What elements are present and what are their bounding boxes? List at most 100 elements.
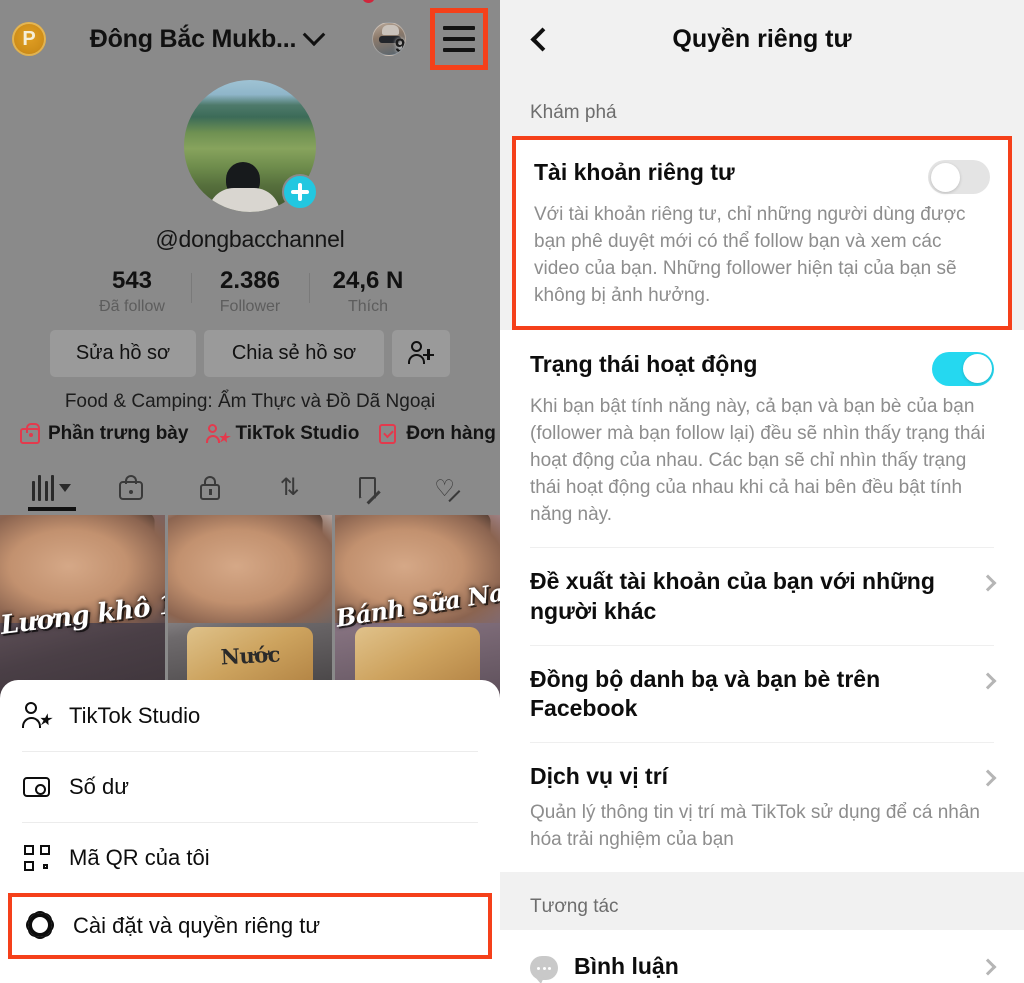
stat-likes[interactable]: 24,6 N Thích — [309, 267, 427, 316]
shopping-bag-icon — [118, 475, 144, 501]
quick-link-label: Phần trưng bày — [48, 423, 189, 444]
gear-icon — [26, 911, 56, 941]
edit-profile-button[interactable]: Sửa hồ sơ — [50, 330, 196, 377]
tab-liked[interactable]: ♡ — [418, 465, 478, 511]
sync-contacts-row[interactable]: Đồng bộ danh bạ và bạn bè trên Facebook — [530, 644, 997, 743]
chevron-right-icon — [979, 672, 997, 689]
tab-saved[interactable] — [339, 465, 399, 511]
stat-label: Thích — [347, 298, 388, 315]
comments-row[interactable]: Bình luận — [530, 930, 997, 983]
screenshot-root: P Đông Bắc Mukb... 99 @dongbac — [0, 0, 1024, 983]
tab-private[interactable] — [180, 465, 240, 511]
header-right-group: 99 — [362, 0, 488, 70]
hamburger-menu-button[interactable] — [430, 8, 488, 70]
profile-quick-links: Phần trưng bày ★ TikTok Studio Đơn hàng … — [0, 423, 500, 445]
quick-link-label: TikTok Studio — [235, 423, 360, 444]
page-title: Quyền riêng tư — [672, 24, 852, 53]
profile-handle: @dongbacchannel — [155, 226, 345, 252]
qr-code-icon — [22, 843, 52, 873]
chevron-left-icon — [529, 26, 555, 52]
discover-settings-card: Trạng thái hoạt động Khi bạn bật tính nă… — [500, 329, 1024, 873]
location-services-description: Quản lý thông tin vị trí mà TikTok sử dụ… — [530, 802, 980, 851]
quick-link-label: Đơn hàng củ — [406, 423, 500, 444]
notification-count: 99 — [394, 36, 406, 56]
sheet-item-label: TikTok Studio — [69, 702, 201, 728]
notification-dot-icon — [362, 0, 375, 3]
add-story-icon[interactable] — [282, 174, 318, 210]
stat-value: 24,6 N — [332, 267, 404, 294]
chevron-down-icon[interactable] — [302, 23, 326, 47]
wallet-icon — [22, 772, 52, 802]
stat-label: Follower — [219, 298, 281, 315]
grid-dropdown-icon — [31, 475, 55, 501]
tab-posts[interactable] — [22, 465, 82, 511]
interaction-settings-card: Bình luận — [500, 930, 1024, 983]
privacy-settings-panel: Quyền riêng tư Khám phá Tài khoản riêng … — [500, 0, 1024, 983]
comments-title: Bình luận — [574, 953, 679, 980]
add-friends-button[interactable] — [392, 330, 450, 377]
activity-status-row[interactable]: Trạng thái hoạt động Khi bạn bật tính nă… — [530, 330, 994, 547]
chevron-right-icon — [979, 958, 997, 976]
sheet-item-tiktok-studio[interactable]: ★ TikTok Studio — [22, 680, 478, 751]
coin-icon[interactable]: P — [12, 22, 46, 56]
private-account-title: Tài khoản riêng tư — [534, 159, 735, 185]
sheet-item-label: Số dư — [69, 773, 129, 799]
tab-reposts[interactable]: ⇅ — [260, 465, 320, 511]
tab-shop[interactable] — [101, 465, 161, 511]
stat-label: Đã follow — [99, 298, 165, 315]
shopping-bag-icon — [19, 423, 41, 445]
section-heading-discover: Khám phá — [530, 102, 617, 123]
sync-contacts-title: Đồng bộ danh bạ và bạn bè trên Facebook — [530, 665, 881, 722]
location-services-row[interactable]: Dịch vụ vị trí Quản lý thông tin vị trí … — [530, 742, 997, 872]
private-account-toggle[interactable] — [928, 160, 990, 194]
back-button[interactable] — [514, 26, 570, 52]
bookmark-hidden-icon — [356, 475, 382, 505]
profile-panel: P Đông Bắc Mukb... 99 @dongbac — [0, 0, 500, 983]
location-services-title: Dịch vụ vị trí — [530, 763, 669, 790]
profile-stats: 543 Đã follow 2.386 Follower 24,6 N Thíc… — [0, 267, 500, 316]
profile-bio: Food & Camping: Ẩm Thực và Đồ Dã Ngoại — [64, 391, 436, 412]
share-profile-button[interactable]: Chia sẻ hồ sơ — [204, 330, 384, 377]
sheet-item-settings-and-privacy[interactable]: Cài đặt và quyền riêng tư — [8, 893, 492, 959]
activity-status-description: Khi bạn bật tính năng này, cả bạn và bạn… — [530, 395, 986, 525]
suggest-account-title: Đề xuất tài khoản của bạn với những ngườ… — [530, 567, 935, 624]
suggest-account-row[interactable]: Đề xuất tài khoản của bạn với những ngườ… — [530, 546, 997, 645]
private-account-card[interactable]: Tài khoản riêng tư Với tài khoản riêng t… — [512, 136, 1012, 330]
avatar[interactable] — [184, 80, 318, 212]
order-check-icon — [377, 423, 399, 445]
repost-icon: ⇅ — [279, 474, 300, 501]
stat-value: 543 — [111, 267, 153, 294]
profile-tab-bar: ⇅ ♡ — [0, 461, 500, 511]
bottom-sheet-menu: ★ TikTok Studio Số dư Mã QR của tôi Cài … — [0, 680, 500, 983]
chevron-right-icon — [979, 574, 997, 592]
activity-status-title: Trạng thái hoạt động — [530, 350, 758, 377]
quick-link-showcase[interactable]: Phần trưng bày — [10, 423, 197, 445]
profile-header: P Đông Bắc Mukb... 99 — [0, 0, 500, 78]
hamburger-line — [443, 26, 475, 30]
toggle-knob — [962, 354, 992, 384]
person-star-icon: ★ — [206, 423, 229, 445]
comment-icon — [530, 956, 558, 983]
private-account-description: Với tài khoản riêng tư, chỉ những người … — [534, 204, 966, 306]
profile-title-group[interactable]: Đông Bắc Mukb... — [40, 23, 372, 54]
quick-link-orders[interactable]: Đơn hàng củ — [368, 423, 500, 445]
activity-status-toggle[interactable] — [932, 351, 994, 386]
quick-link-studio[interactable]: ★ TikTok Studio — [197, 423, 368, 445]
chevron-right-icon — [979, 769, 997, 787]
person-star-icon: ★ — [22, 701, 52, 731]
lock-icon — [197, 475, 223, 501]
heart-hidden-icon: ♡ — [434, 475, 462, 502]
settings-header: Quyền riêng tư — [500, 0, 1024, 78]
hamburger-line — [443, 37, 475, 41]
inbox-avatar[interactable]: 99 — [372, 22, 406, 56]
stat-following[interactable]: 543 Đã follow — [73, 267, 191, 316]
stat-value: 2.386 — [219, 267, 281, 294]
sheet-item-my-qr-code[interactable]: Mã QR của tôi — [22, 822, 478, 893]
hamburger-line — [443, 48, 475, 52]
sheet-item-label: Mã QR của tôi — [69, 844, 210, 870]
chevron-down-icon — [59, 484, 72, 492]
toggle-knob — [930, 162, 960, 192]
stat-followers[interactable]: 2.386 Follower — [191, 267, 309, 316]
sheet-item-balance[interactable]: Số dư — [22, 751, 478, 822]
person-plus-icon — [408, 340, 434, 367]
